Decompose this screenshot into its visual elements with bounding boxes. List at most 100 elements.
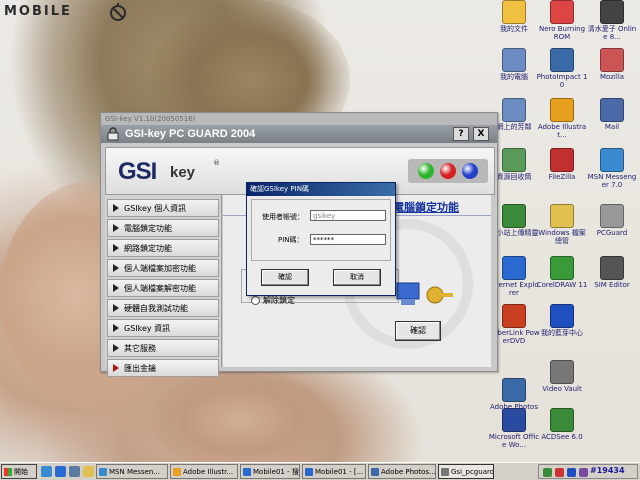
desktop-icon[interactable]: PCGuard <box>586 204 638 237</box>
arrow-right-icon <box>113 224 119 232</box>
sidebar-item[interactable]: 網路鎖定功能 <box>107 239 219 257</box>
gsikey-logo-key-text: key <box>170 164 196 181</box>
start-button[interactable]: 開始 <box>1 464 37 479</box>
desktop-app-icon <box>502 256 526 280</box>
sidebar-item[interactable]: GSIkey 個人資訊 <box>107 199 219 217</box>
pin-field[interactable]: ****** <box>310 234 386 245</box>
desktop-icon[interactable]: Mozilla <box>586 48 638 81</box>
desktop-icon-label: Nero Burning ROM <box>538 25 586 41</box>
registered-mark: ® <box>213 159 220 167</box>
sidebar-item[interactable]: 個人端檔案解密功能 <box>107 279 219 297</box>
gsikey-logo-gsi: GSI <box>118 158 157 185</box>
task-label: Adobe Illustr... <box>183 468 234 476</box>
wallpaper-fingers <box>150 370 330 462</box>
keys-illustration-icon <box>396 282 453 305</box>
desktop-icon[interactable]: Nero Burning ROM <box>536 0 588 41</box>
desktop-icon[interactable]: SIM Editor <box>586 256 638 289</box>
desktop-app-icon <box>550 98 574 122</box>
blue-light-icon <box>462 163 478 179</box>
desktop-app-icon <box>600 0 624 24</box>
desktop-icon[interactable]: 我的電腦 <box>488 48 540 81</box>
sidebar-item[interactable]: 個人端檔案加密功能 <box>107 259 219 277</box>
user-account-field[interactable]: gsikey <box>310 210 386 221</box>
desktop-icon-label: SIM Editor <box>594 281 630 289</box>
desktop-icon[interactable]: MSN Messenger 7.0 <box>586 148 638 189</box>
mobile01-brand-text: MOBILE <box>4 4 72 19</box>
desktop-icon-label: PhotoImpact 10 <box>536 73 588 89</box>
desktop-icon[interactable]: Adobe Illustrat... <box>536 98 588 139</box>
taskbar: 開始 MSN Messen... Adobe Illustr... Mobile01… <box>0 462 640 480</box>
desktop-app-icon <box>502 0 526 24</box>
desktop-icon[interactable]: 我的藍芽中心 <box>536 304 588 337</box>
desktop-icon-label: ACDSee 6.0 <box>541 433 583 441</box>
taskbar-task-button[interactable]: Mobile01 - 搜... <box>240 464 300 479</box>
window-title: GSI-key PC GUARD 2004 <box>125 128 256 140</box>
radio-unlock-label: 解除鎖定 <box>263 296 295 305</box>
sidebar-item-label: 匯出金鑰 <box>124 364 156 373</box>
sidebar-item[interactable]: GSIkey 資訊 <box>107 319 219 337</box>
sidebar-menu: GSIkey 個人資訊 電腦鎖定功能 網路鎖定功能個人端檔案加密功能個人端檔案解密功… <box>105 195 222 377</box>
sidebar-item[interactable]: 匯出金鑰 <box>107 359 219 377</box>
sidebar-item-label: 電腦鎖定功能 <box>124 224 172 233</box>
arrow-right-icon <box>113 344 119 352</box>
tray-antivirus-icon[interactable] <box>555 468 564 477</box>
task-app-icon <box>99 468 107 476</box>
task-label: Adobe Photos... <box>381 468 436 476</box>
task-app-icon <box>371 468 379 476</box>
pin-dialog-title[interactable]: 確認GSIkey PIN碼 <box>247 183 395 196</box>
quicklaunch-ie-icon[interactable] <box>55 466 66 477</box>
tray-bluetooth-icon[interactable] <box>567 468 576 477</box>
arrow-right-icon <box>113 304 119 312</box>
desktop-icon-label: 我的文件 <box>500 25 528 33</box>
sidebar-item[interactable]: 硬體自我測試功能 <box>107 299 219 317</box>
sidebar-item-label: 硬體自我測試功能 <box>124 304 188 313</box>
desktop-app-icon <box>550 408 574 432</box>
desktop-icon-label: MSN Messenger 7.0 <box>587 173 637 189</box>
sidebar-item[interactable]: 電腦鎖定功能 <box>107 219 219 237</box>
dialog-cancel-button[interactable]: 取消 <box>333 269 381 286</box>
desktop-app-icon <box>502 304 526 328</box>
radio-unlock[interactable]: 解除鎖定 <box>251 295 295 306</box>
green-light-icon <box>418 163 434 179</box>
desktop-icon[interactable]: PhotoImpact 10 <box>536 48 588 89</box>
close-button[interactable]: X <box>473 127 489 141</box>
desktop-icon[interactable]: CorelDRAW 11 <box>536 256 588 289</box>
desktop-icon-label: Video Vault <box>542 385 582 393</box>
quicklaunch-messenger-icon[interactable] <box>41 466 52 477</box>
arrow-right-icon <box>113 324 119 332</box>
taskbar-task-button[interactable]: MSN Messen... <box>96 464 168 479</box>
desktop-icon[interactable]: Mail <box>586 98 638 131</box>
taskbar-task-button[interactable]: Adobe Illustr... <box>170 464 238 479</box>
desktop-app-icon <box>550 48 574 72</box>
desktop-icon[interactable]: Windows 檔案總管 <box>536 204 588 245</box>
sidebar-item[interactable]: 其它服務 <box>107 339 219 357</box>
pin-dialog: 確認GSIkey PIN碼 使用者帳號： gsikey PIN碼： ******… <box>246 182 396 296</box>
desktop-icon[interactable]: ACDSee 6.0 <box>536 408 588 441</box>
taskbar-task-button[interactable]: Adobe Photos... <box>368 464 436 479</box>
desktop-icon-label: Windows 檔案總管 <box>538 229 586 245</box>
desktop-icon[interactable]: Video Vault <box>536 360 588 393</box>
task-app-icon <box>441 468 449 476</box>
quicklaunch-desktop-icon[interactable] <box>69 466 80 477</box>
confirm-button[interactable]: 確認 <box>395 321 441 341</box>
sidebar-item-label: 網路鎖定功能 <box>124 244 172 253</box>
desktop-app-icon <box>600 48 624 72</box>
task-label: Gsi_pcguard <box>451 468 494 476</box>
task-app-icon <box>243 468 251 476</box>
desktop-app-icon <box>600 148 624 172</box>
desktop-icon-label: PCGuard <box>596 229 628 237</box>
taskbar-task-button[interactable]: Gsi_pcguard <box>438 464 494 479</box>
help-button[interactable]: ? <box>453 127 469 141</box>
sidebar-item-label: GSIkey 個人資訊 <box>124 204 187 213</box>
tray-network-icon[interactable] <box>543 468 552 477</box>
desktop-icon[interactable]: 我的文件 <box>488 0 540 33</box>
desktop-icon-label: Adobe Illustrat... <box>537 123 587 139</box>
taskbar-task-button[interactable]: Mobile01 - [... <box>302 464 366 479</box>
sidebar-item-label: 個人端檔案解密功能 <box>124 284 196 293</box>
dialog-ok-button[interactable]: 確認 <box>261 269 309 286</box>
desktop-icon[interactable]: FileZilla <box>536 148 588 181</box>
tray-app-icon[interactable] <box>579 468 588 477</box>
quicklaunch-explorer-icon[interactable] <box>83 466 94 477</box>
desktop-icon[interactable]: 清水愛子 Online 8... <box>586 0 638 41</box>
desktop-icon[interactable]: Microsoft Office Wo... <box>488 408 540 449</box>
